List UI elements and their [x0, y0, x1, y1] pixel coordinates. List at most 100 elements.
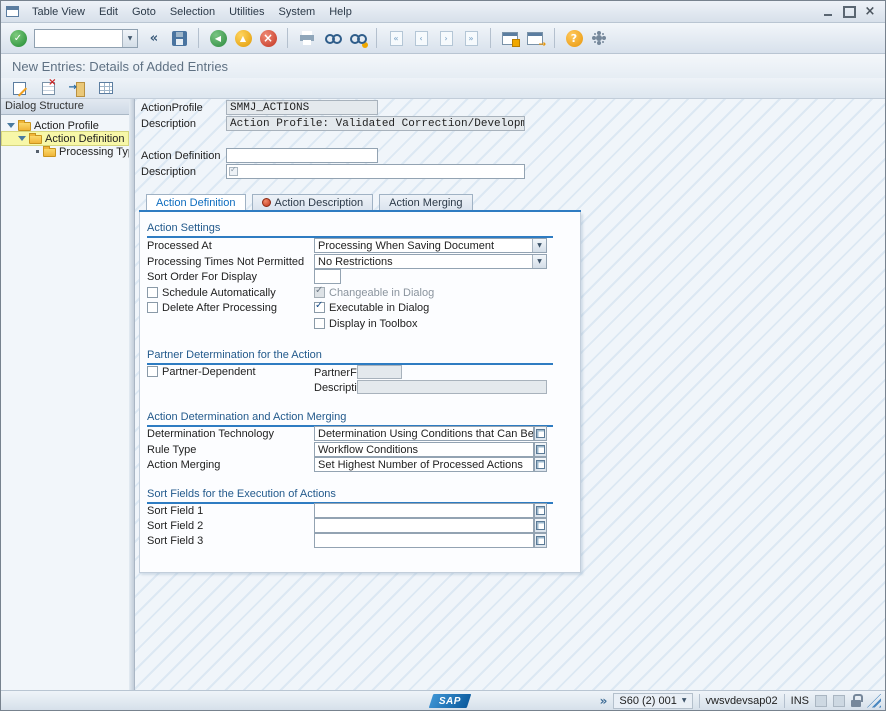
tree-item-processing-types[interactable]: Processing Types	[2, 145, 128, 158]
find-next-button[interactable]	[346, 27, 368, 49]
processing-times-label: Processing Times Not Permitted	[147, 256, 304, 268]
cancel-button[interactable]	[257, 27, 279, 49]
create-shortcut-button[interactable]	[524, 27, 546, 49]
tab-action-merging[interactable]: Action Merging	[379, 194, 472, 210]
system-selector[interactable]: S60 (2) 001	[613, 693, 692, 709]
partner-dependent-label: Partner-Dependent	[162, 366, 256, 378]
sort-order-input[interactable]	[314, 269, 341, 284]
sort-field-3-input[interactable]	[314, 533, 534, 548]
system-id: S60 (2) 001	[619, 695, 676, 707]
new-session-button[interactable]	[499, 27, 521, 49]
exit-button[interactable]	[232, 27, 254, 49]
menu-system[interactable]: System	[272, 4, 323, 20]
tab-action-description[interactable]: Action Description	[252, 194, 374, 210]
changeable-in-dialog-checkbox	[314, 287, 325, 298]
last-page-button[interactable]	[460, 27, 482, 49]
processing-times-select[interactable]: No Restrictions	[314, 254, 547, 269]
processed-at-label: Processed At	[147, 240, 212, 252]
executable-in-dialog-label: Executable in Dialog	[329, 302, 429, 314]
menu-edit[interactable]: Edit	[92, 4, 125, 20]
partner-function-field	[357, 365, 402, 379]
menu-table-view[interactable]: Table View	[25, 4, 92, 20]
sort-field-1-input[interactable]	[314, 503, 534, 518]
menu-goto[interactable]: Goto	[125, 4, 163, 20]
tree-item-label: Action Definition	[45, 133, 125, 145]
status-expand-icon[interactable]	[600, 694, 608, 708]
sap-logo: SAP	[429, 694, 472, 708]
expander-icon[interactable]	[18, 136, 26, 141]
display-in-toolbox-checkbox[interactable]	[314, 318, 325, 329]
list-button[interactable]	[96, 79, 116, 97]
schedule-automatically-label: Schedule Automatically	[162, 287, 276, 299]
expander-icon[interactable]	[7, 123, 15, 128]
menu-utilities[interactable]: Utilities	[222, 4, 271, 20]
delete-entry-icon	[42, 82, 55, 95]
first-page-button[interactable]	[385, 27, 407, 49]
close-icon[interactable]	[863, 6, 877, 18]
resize-grip-icon[interactable]	[867, 694, 881, 708]
folder-icon	[29, 135, 42, 144]
command-field[interactable]	[34, 29, 138, 48]
chevron-down-icon[interactable]	[122, 30, 137, 47]
collapse-command-button[interactable]	[143, 27, 165, 49]
action-definition-input[interactable]	[226, 148, 378, 163]
partner-dependent-checkbox[interactable]	[147, 366, 158, 377]
status-icon-2	[833, 695, 845, 707]
status-separator	[699, 694, 700, 708]
find-next-icon	[348, 30, 366, 46]
action-merging-field[interactable]: Set Highest Number of Processed Actions	[314, 457, 534, 472]
page-title: New Entries: Details of Added Entries	[12, 59, 228, 74]
minimize-icon[interactable]	[821, 6, 835, 18]
edit-button[interactable]	[9, 79, 29, 97]
status-bar: SAP S60 (2) 001 vwsvdevsap02 INS	[1, 690, 885, 710]
value-help-button[interactable]	[534, 518, 547, 533]
schedule-automatically-checkbox[interactable]	[147, 287, 158, 298]
find-button[interactable]	[321, 27, 343, 49]
sort-field-2-input[interactable]	[314, 518, 534, 533]
window-menu-icon[interactable]	[6, 6, 19, 17]
command-input[interactable]	[35, 31, 122, 46]
menu-selection[interactable]: Selection	[163, 4, 222, 20]
definition-description-input[interactable]	[240, 166, 522, 178]
enter-button[interactable]	[7, 27, 29, 49]
next-page-icon	[440, 31, 453, 46]
value-help-button[interactable]	[534, 503, 547, 518]
value-help-button[interactable]	[534, 442, 547, 457]
processed-at-select[interactable]: Processing When Saving Document	[314, 238, 547, 253]
toolbar-separator	[287, 28, 288, 48]
executable-in-dialog-checkbox[interactable]	[314, 302, 325, 313]
determination-technology-field[interactable]: Determination Using Conditions that Can …	[314, 426, 534, 441]
insert-mode-indicator: INS	[791, 695, 809, 707]
tree-item-action-profile[interactable]: Action Profile	[2, 119, 128, 132]
copy-button[interactable]	[67, 79, 87, 97]
exit-icon	[235, 30, 252, 47]
help-button[interactable]	[563, 27, 585, 49]
tree-item-action-definition[interactable]: Action Definition	[2, 132, 128, 145]
save-button[interactable]	[168, 27, 190, 49]
section-sort-fields: Sort Fields for the Execution of Actions	[147, 488, 553, 504]
previous-page-button[interactable]	[410, 27, 432, 49]
delete-after-processing-checkbox[interactable]	[147, 302, 158, 313]
delete-entry-button[interactable]	[38, 79, 58, 97]
find-icon	[323, 30, 341, 46]
value-help-button[interactable]	[534, 533, 547, 548]
menu-help[interactable]: Help	[322, 4, 359, 20]
value-help-button[interactable]	[534, 426, 547, 441]
maximize-icon[interactable]	[842, 6, 856, 18]
tab-action-definition[interactable]: Action Definition	[146, 194, 246, 210]
previous-page-icon	[415, 31, 428, 46]
customize-button[interactable]	[588, 27, 610, 49]
chevron-down-icon[interactable]	[532, 255, 546, 268]
back-button[interactable]	[207, 27, 229, 49]
next-page-button[interactable]	[435, 27, 457, 49]
field-flag-icon	[229, 167, 238, 176]
profile-description-label: Description	[141, 118, 196, 130]
value-help-button[interactable]	[534, 457, 547, 472]
first-page-icon	[390, 31, 403, 46]
definition-description-label: Description	[141, 166, 196, 178]
rule-type-field[interactable]: Workflow Conditions	[314, 442, 534, 457]
rule-type-label: Rule Type	[147, 444, 196, 456]
sort-field-1-label: Sort Field 1	[147, 505, 203, 517]
print-button[interactable]	[296, 27, 318, 49]
chevron-down-icon[interactable]	[532, 239, 546, 252]
